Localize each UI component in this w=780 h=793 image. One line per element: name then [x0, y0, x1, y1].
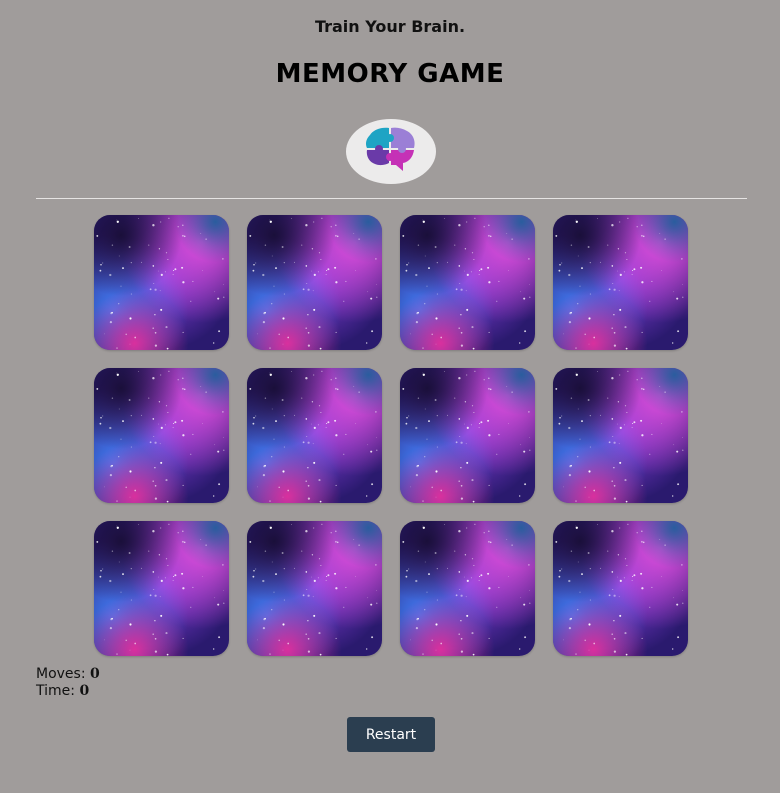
- memory-card[interactable]: [247, 521, 382, 656]
- header-divider: [36, 198, 747, 199]
- card-grid: [94, 215, 688, 656]
- tagline: Train Your Brain.: [314, 17, 466, 36]
- brain-puzzle-icon: [362, 124, 420, 180]
- memory-card[interactable]: [94, 521, 229, 656]
- page-title: MEMORY GAME: [275, 59, 505, 89]
- memory-card[interactable]: [553, 215, 688, 350]
- time-label: Time:: [36, 683, 75, 699]
- time-counter: Time: 0: [36, 683, 100, 700]
- moves-value: 0: [90, 666, 100, 682]
- moves-label: Moves:: [36, 666, 86, 682]
- logo: [346, 119, 436, 184]
- moves-counter: Moves: 0: [36, 666, 100, 683]
- memory-card[interactable]: [553, 521, 688, 656]
- restart-button[interactable]: Restart: [347, 717, 435, 752]
- time-value: 0: [79, 683, 90, 699]
- memory-card[interactable]: [400, 521, 535, 656]
- memory-card[interactable]: [94, 215, 229, 350]
- memory-game-page: Train Your Brain. MEMORY GAME Moves: 0 T…: [0, 0, 780, 793]
- memory-card[interactable]: [94, 368, 229, 503]
- memory-card[interactable]: [400, 368, 535, 503]
- stats-panel: Moves: 0 Time: 0: [36, 666, 100, 700]
- memory-card[interactable]: [553, 368, 688, 503]
- memory-card[interactable]: [247, 215, 382, 350]
- memory-card[interactable]: [247, 368, 382, 503]
- memory-card[interactable]: [400, 215, 535, 350]
